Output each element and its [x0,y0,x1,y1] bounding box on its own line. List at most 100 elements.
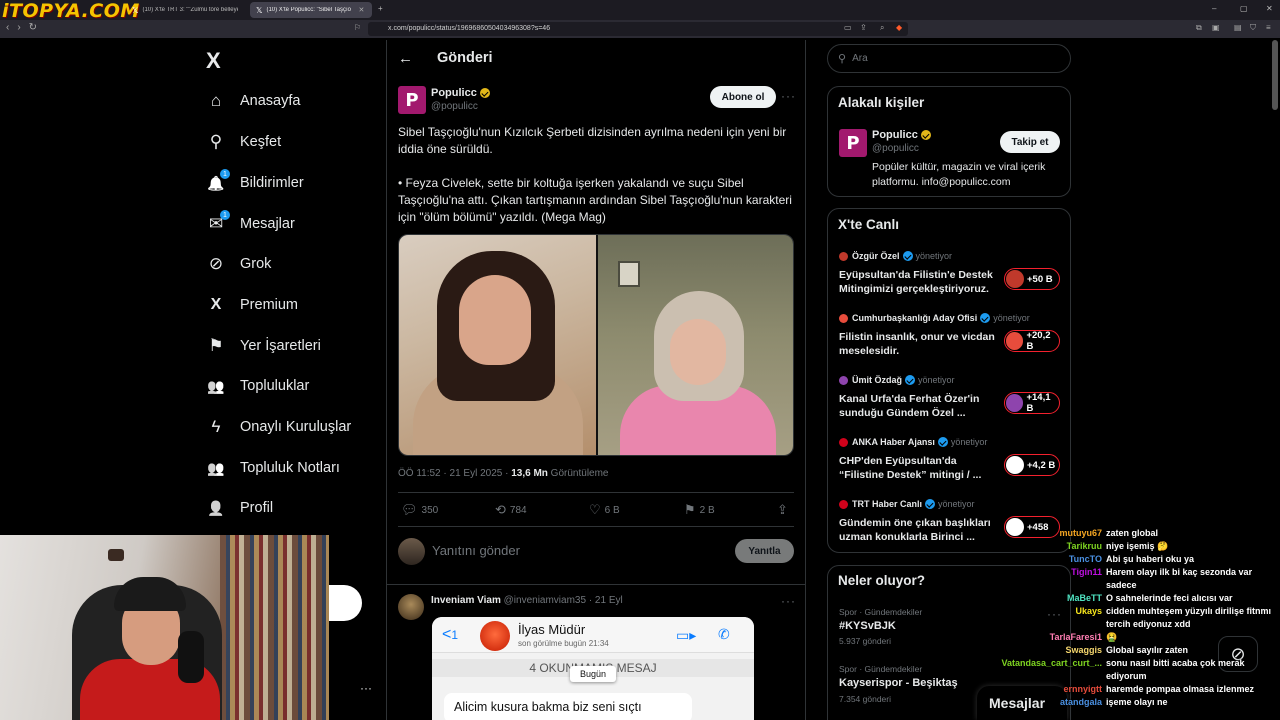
reply-action[interactable]: 💬︎ 350 [401,502,438,518]
related-avatar[interactable]: P [839,129,867,157]
verified-gold-icon [479,88,490,98]
browser-nav-icons[interactable]: ‹›↻ [6,22,45,33]
live-listener-pill[interactable]: +50 B [1004,268,1060,290]
account-more-icon[interactable]: ··· [360,681,372,695]
maximize-icon[interactable]: ▢ [1240,4,1248,13]
subscribe-button[interactable]: Abone ol [710,86,776,108]
nav-item-verified-orgs[interactable]: ϟ Onaylı Kuruluşlar [206,412,352,442]
vpn-icon[interactable]: ⛉ [1250,23,1256,33]
heart-icon: ♡ [589,502,601,517]
nav-label: Keşfet [240,134,282,150]
live-listener-pill[interactable]: +20,2 B [1004,330,1060,352]
live-title-text[interactable]: Gündemin öne çıkan başlıkları uzman konu… [839,516,999,544]
notes-icon: 👥 [207,459,225,476]
reply-input[interactable]: Yanıtını gönder [432,543,520,558]
reply-author-avatar[interactable] [398,594,424,620]
live-title-text[interactable]: Eyüpsultan'da Filistin'e Destek Mitingim… [839,268,999,296]
x-logo-icon[interactable]: X [206,48,221,74]
site-logo: iTOPYA.COM [2,0,140,22]
wa-message-bubble: Alicim kusura bakma biz seni sıçtı [444,693,692,720]
communities-icon: 👥 [207,377,225,394]
back-arrow-icon[interactable]: ← [398,50,413,67]
live-host[interactable]: Ümit Özdağ yönetiyor [839,375,955,385]
live-host[interactable]: Cumhurbaşkanlığı Aday Ofisi yönetiyor [839,313,1030,323]
minimize-icon[interactable]: – [1212,4,1216,13]
video-call-icon: ▭▸ [676,627,697,643]
follow-button[interactable]: Takip et [1000,131,1060,153]
nav-label: Topluluk Notları [240,460,340,476]
live-host[interactable]: Özgür Özel yönetiyor [839,251,952,261]
live-title: X'te Canlı [838,217,899,232]
reply-submit-button[interactable]: Yanıtla [735,539,794,563]
sidebar-icon[interactable]: ▤ [1234,23,1242,32]
webcam-overlay [0,535,329,720]
trend-name[interactable]: #KYSvBJK [839,620,896,632]
live-title-text[interactable]: CHP'den Eyüpsultan'da “Filistine Destek”… [839,454,999,482]
tab-close-icon[interactable]: ✕ [358,6,364,14]
related-handle[interactable]: @populicc [872,143,919,154]
reply-author[interactable]: Inveniam Viam @inveniamviam35 · 21 Eyl [431,595,623,606]
host-avatar [839,375,848,385]
live-host[interactable]: ANKA Haber Ajansı yönetiyor [839,437,987,447]
nav-item-messages[interactable]: ✉ 1 Mesajlar [206,209,295,239]
like-action[interactable]: ♡ 6 B [589,502,620,518]
reader-icon[interactable]: ▭ [844,23,852,32]
trend-name[interactable]: Kayserispor - Beşiktaş [839,677,958,689]
chat-text: haremde pompaa olmasa izlenmez [1106,684,1255,694]
related-name[interactable]: Populicc [872,129,931,141]
live-listener-pill[interactable]: +4,2 B [1004,454,1060,476]
image-left-woman [399,235,596,455]
reply-more-icon[interactable]: ··· [781,594,796,608]
author-handle[interactable]: @populicc [431,101,478,112]
divider [398,526,794,527]
post-meta: ÖÖ 11:52 · 21 Eyl 2025 · 13,6 Mn Görüntü… [398,468,609,479]
zoom-icon[interactable]: ⌕ [880,23,884,33]
share-icon[interactable]: ⇪ [860,23,867,32]
chat-text: 🤮 [1106,632,1118,642]
trend-category: Spor · Gündemdekiler [839,607,923,617]
author-avatar[interactable]: P [398,86,426,114]
chat-message: mutuyu67 zaten global [998,527,1280,540]
browser-tab-2[interactable]: 𝕏 (10) X'te Populicc: "Sibel Taşçıo ✕ [250,2,372,18]
listener-avatar [1006,456,1024,474]
nav-item-community-notes[interactable]: 👥 Topluluk Notları [206,453,340,483]
nav-item-notifications[interactable]: 🔔 1 Bildirimler [206,168,304,198]
extensions-icon[interactable]: ⧉ [1196,23,1202,33]
more-options-icon[interactable]: ··· [781,89,796,103]
nav-item-explore[interactable]: ⚲ Keşfet [206,127,281,157]
scrollbar[interactable] [1272,40,1278,110]
related-bio: Popüler kültür, magazin ve viral içerik … [872,161,1046,188]
nav-item-premium[interactable]: X Premium [206,290,298,320]
browser-tab-1[interactable]: 𝕏 (10) X'te TRT 3: ""Zulmü töre belleyen [126,2,244,18]
live-listener-pill[interactable]: +14,1 B [1004,392,1060,414]
post-image[interactable] [398,234,794,456]
search-input[interactable]: ⚲ Ara [827,44,1071,73]
bookmark-action[interactable]: ⚑ 2 B [684,502,715,518]
url-input[interactable]: x.com/populicc/status/196968605040349630… [368,22,908,36]
page-title: Gönderi [437,50,493,66]
back-icon: <1 [442,626,459,643]
nav-item-profile[interactable]: 👤 Profil [206,493,273,523]
live-host[interactable]: TRT Haber Canlı yönetiyor [839,499,975,509]
live-title-text[interactable]: Filistin insanlık, onur ve vicdan mesele… [839,330,999,358]
chat-username: TarlaFaresi1 [1049,632,1102,642]
chat-message: Vatandasa_cart_curt_... sonu nasıl bitti … [998,657,1280,683]
menu-icon[interactable]: ≡ [1266,23,1271,32]
nav-item-grok[interactable]: ⊘ Grok [206,249,272,279]
post-button-partial[interactable] [329,585,362,621]
nav-item-communities[interactable]: 👥 Topluluklar [206,371,309,401]
wallet-icon[interactable]: ▣ [1212,23,1220,32]
live-title-text[interactable]: Kanal Urfa'da Ferhat Özer'in sunduğu Gün… [839,392,999,420]
listener-avatar [1006,332,1024,350]
chat-username: atandgala [1059,697,1102,707]
new-tab-icon[interactable]: + [378,4,383,13]
shield-icon[interactable]: ◆ [896,23,902,32]
author-name[interactable]: Populicc [431,87,490,99]
nav-item-home[interactable]: ⌂ Anasayfa [206,86,301,116]
nav-item-bookmarks[interactable]: ⚑ Yer İşaretleri [206,331,321,361]
share-action[interactable]: ⇪ [777,502,792,518]
repost-action[interactable]: ⟲ 784 [495,502,527,518]
window-close-icon[interactable]: ✕ [1266,4,1273,13]
bookmark-page-icon[interactable]: ⚐ [354,23,361,32]
nav-label: Profil [240,500,274,516]
